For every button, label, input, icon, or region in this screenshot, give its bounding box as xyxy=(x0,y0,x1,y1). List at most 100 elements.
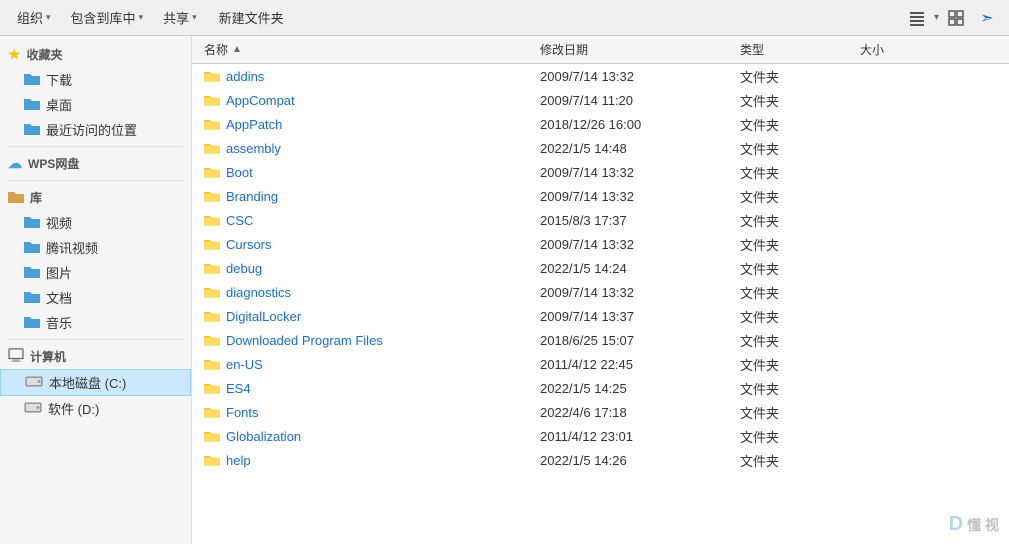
table-row[interactable]: Boot 2009/7/14 13:32 文件夹 xyxy=(192,160,1009,184)
file-name-cell: Cursors xyxy=(192,236,532,252)
sidebar-item-recent[interactable]: 最近访问的位置 xyxy=(0,117,191,142)
file-name-cell: diagnostics xyxy=(192,284,532,300)
document-folder-icon xyxy=(24,289,40,306)
file-name: debug xyxy=(226,261,262,276)
table-row[interactable]: Fonts 2022/4/6 17:18 文件夹 xyxy=(192,400,1009,424)
software-disk-icon xyxy=(24,400,42,418)
table-row[interactable]: AppCompat 2009/7/14 11:20 文件夹 xyxy=(192,88,1009,112)
file-name-cell: ES4 xyxy=(192,380,532,396)
file-date-cell: 2009/7/14 13:32 xyxy=(532,165,732,180)
folder-icon xyxy=(204,92,220,108)
file-type-cell: 文件夹 xyxy=(732,451,852,470)
table-row[interactable]: Downloaded Program Files 2018/6/25 15:07… xyxy=(192,328,1009,352)
folder-icon xyxy=(204,284,220,300)
file-date-cell: 2009/7/14 13:32 xyxy=(532,69,732,84)
table-row[interactable]: help 2022/1/5 14:26 文件夹 xyxy=(192,448,1009,472)
file-type-cell: 文件夹 xyxy=(732,91,852,110)
sidebar-item-software-disk[interactable]: 软件 (D:) xyxy=(0,396,191,421)
sidebar-sep-3 xyxy=(8,339,183,340)
folder-icon xyxy=(204,332,220,348)
toolbar-right: ▾ ➣ xyxy=(903,5,1001,31)
col-size-header[interactable]: 大小 xyxy=(852,41,932,58)
organize-button[interactable]: 组织 ▾ xyxy=(8,4,60,31)
file-name: DigitalLocker xyxy=(226,309,301,324)
file-name-cell: Globalization xyxy=(192,428,532,444)
sidebar-item-tencent-video[interactable]: 腾讯视频 xyxy=(0,235,191,260)
library-header[interactable]: 库 xyxy=(0,185,191,210)
col-name-header[interactable]: 名称 ▲ xyxy=(192,41,532,58)
file-type-cell: 文件夹 xyxy=(732,283,852,302)
table-row[interactable]: assembly 2022/1/5 14:48 文件夹 xyxy=(192,136,1009,160)
col-date-header[interactable]: 修改日期 xyxy=(532,41,732,58)
include-library-arrow: ▾ xyxy=(139,12,144,23)
wps-section: ☁ WPS网盘 xyxy=(0,151,191,176)
file-date-cell: 2009/7/14 13:37 xyxy=(532,309,732,324)
table-row[interactable]: debug 2022/1/5 14:24 文件夹 xyxy=(192,256,1009,280)
list-view-icon xyxy=(909,10,925,26)
wps-header[interactable]: ☁ WPS网盘 xyxy=(0,151,191,176)
sidebar-item-download[interactable]: 下载 xyxy=(0,67,191,92)
cloud-icon: ☁ xyxy=(8,155,22,172)
file-type-cell: 文件夹 xyxy=(732,379,852,398)
sidebar-item-local-disk[interactable]: 本地磁盘 (C:) xyxy=(0,369,191,396)
new-folder-button[interactable]: 新建文件夹 xyxy=(208,4,295,31)
file-name-cell: Downloaded Program Files xyxy=(192,332,532,348)
file-name: Downloaded Program Files xyxy=(226,333,383,348)
back-button[interactable]: ➣ xyxy=(973,5,1001,31)
table-row[interactable]: en-US 2011/4/12 22:45 文件夹 xyxy=(192,352,1009,376)
file-type-cell: 文件夹 xyxy=(732,115,852,134)
file-name: Boot xyxy=(226,165,253,180)
image-label: 图片 xyxy=(46,263,72,282)
folder-icon xyxy=(204,356,220,372)
file-name: Globalization xyxy=(226,429,301,444)
file-type-cell: 文件夹 xyxy=(732,355,852,374)
favorites-section: ★ 收藏夹 下载 桌面 最近访问的位置 xyxy=(0,42,191,142)
col-type-header[interactable]: 类型 xyxy=(732,41,852,58)
view-dropdown-arrow[interactable]: ▾ xyxy=(934,12,939,23)
table-row[interactable]: DigitalLocker 2009/7/14 13:37 文件夹 xyxy=(192,304,1009,328)
sidebar-item-video[interactable]: 视频 xyxy=(0,210,191,235)
sidebar-item-music[interactable]: 音乐 xyxy=(0,310,191,335)
tencent-video-folder-icon xyxy=(24,239,40,256)
file-name: assembly xyxy=(226,141,281,156)
sidebar-item-image[interactable]: 图片 xyxy=(0,260,191,285)
file-type-cell: 文件夹 xyxy=(732,187,852,206)
organize-label: 组织 xyxy=(17,8,43,27)
share-button[interactable]: 共享 ▾ xyxy=(154,4,206,31)
include-library-button[interactable]: 包含到库中 ▾ xyxy=(62,4,153,31)
table-row[interactable]: AppPatch 2018/12/26 16:00 文件夹 xyxy=(192,112,1009,136)
table-row[interactable]: CSC 2015/8/3 17:37 文件夹 xyxy=(192,208,1009,232)
file-name: Branding xyxy=(226,189,278,204)
file-name-cell: help xyxy=(192,452,532,468)
view-list-button[interactable] xyxy=(903,5,931,31)
file-name-cell: AppCompat xyxy=(192,92,532,108)
file-name: en-US xyxy=(226,357,263,372)
table-row[interactable]: addins 2009/7/14 13:32 文件夹 xyxy=(192,64,1009,88)
sidebar: ★ 收藏夹 下载 桌面 最近访问的位置 xyxy=(0,36,192,544)
favorites-header[interactable]: ★ 收藏夹 xyxy=(0,42,191,67)
folder-icon xyxy=(204,68,220,84)
table-row[interactable]: ES4 2022/1/5 14:25 文件夹 xyxy=(192,376,1009,400)
col-date-label: 修改日期 xyxy=(540,43,588,57)
computer-header[interactable]: 计算机 xyxy=(0,344,191,369)
content-area: 名称 ▲ 修改日期 类型 大小 addins 2009/7/14 13 xyxy=(192,36,1009,544)
table-row[interactable]: Cursors 2009/7/14 13:32 文件夹 xyxy=(192,232,1009,256)
table-row[interactable]: Globalization 2011/4/12 23:01 文件夹 xyxy=(192,424,1009,448)
view-window-button[interactable] xyxy=(942,5,970,31)
file-name-cell: Fonts xyxy=(192,404,532,420)
file-date-cell: 2011/4/12 22:45 xyxy=(532,357,732,372)
table-row[interactable]: Branding 2009/7/14 13:32 文件夹 xyxy=(192,184,1009,208)
library-section: 库 视频 腾讯视频 图片 xyxy=(0,185,191,335)
sidebar-item-document[interactable]: 文档 xyxy=(0,285,191,310)
file-name-cell: assembly xyxy=(192,140,532,156)
file-date-cell: 2011/4/12 23:01 xyxy=(532,429,732,444)
video-folder-icon xyxy=(24,214,40,231)
file-name: ES4 xyxy=(226,381,251,396)
file-type-cell: 文件夹 xyxy=(732,163,852,182)
table-row[interactable]: diagnostics 2009/7/14 13:32 文件夹 xyxy=(192,280,1009,304)
sidebar-item-desktop[interactable]: 桌面 xyxy=(0,92,191,117)
local-disk-label: 本地磁盘 (C:) xyxy=(49,373,126,392)
file-date-cell: 2018/6/25 15:07 xyxy=(532,333,732,348)
file-type-cell: 文件夹 xyxy=(732,331,852,350)
recent-folder-icon xyxy=(24,121,40,138)
